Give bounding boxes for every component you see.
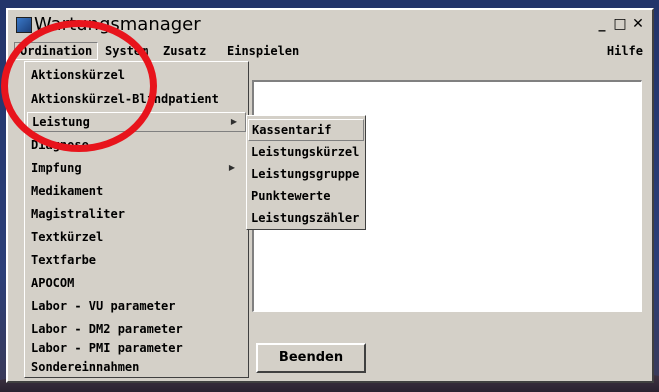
menu-item-textfarbe[interactable]: Textfarbe (31, 250, 243, 270)
menu-item-diagnose[interactable]: Diagnose (31, 135, 243, 155)
menu-system[interactable]: System (100, 42, 153, 60)
menu-item-sondereinnahmen[interactable]: Sondereinnahmen (31, 357, 243, 377)
app-icon (16, 17, 32, 33)
menu-bar: Ordination System Zusatz Einspielen Hilf… (10, 40, 650, 62)
maximize-icon[interactable]: □ (612, 16, 628, 32)
submenu-item-leistungszaehler[interactable]: Leistungszähler (251, 207, 359, 229)
menu-item-medikament[interactable]: Medikament (31, 181, 243, 201)
menu-item-apocom[interactable]: APOCOM (31, 273, 243, 293)
menu-ordination[interactable]: Ordination (14, 42, 99, 60)
ordination-dropdown: Aktionskürzel Aktionskürzel-Blindpatient… (24, 61, 249, 378)
window-title: Wartungsmanager (34, 14, 201, 35)
menu-item-magistraliter[interactable]: Magistraliter (31, 204, 243, 224)
title-bar[interactable]: Wartungsmanager _ □ ✕ (10, 12, 650, 38)
submenu-item-leistungskuerzel[interactable]: Leistungskürzel (251, 141, 359, 163)
leistung-submenu: Kassentarif Leistungskürzel Leistungsgru… (246, 115, 366, 230)
menu-item-impfung[interactable]: Impfung ▶ (31, 158, 243, 178)
menu-item-label: Impfung (31, 161, 82, 175)
submenu-item-punktewerte[interactable]: Punktewerte (251, 185, 330, 207)
menu-hilfe[interactable]: Hilfe (602, 42, 648, 60)
submenu-item-leistungsgruppe[interactable]: Leistungsgruppe (251, 163, 359, 185)
menu-item-leistung[interactable]: Leistung ▶ (27, 112, 246, 132)
menu-item-textkuerzel[interactable]: Textkürzel (31, 227, 243, 247)
chevron-right-icon: ▶ (228, 163, 235, 172)
menu-item-labor-pmi[interactable]: Labor - PMI parameter (31, 338, 243, 358)
menu-item-aktionskuerzel-blindpatient[interactable]: Aktionskürzel-Blindpatient (31, 89, 243, 109)
close-icon[interactable]: ✕ (630, 16, 646, 32)
menu-item-aktionskuerzel[interactable]: Aktionskürzel (31, 65, 243, 85)
menu-einspielen[interactable]: Einspielen (222, 42, 304, 60)
quit-button[interactable]: Beenden (256, 343, 366, 373)
menu-item-label: Leistung (32, 115, 90, 129)
minimize-icon[interactable]: _ (594, 16, 610, 32)
menu-zusatz[interactable]: Zusatz (158, 42, 211, 60)
chevron-right-icon: ▶ (230, 117, 237, 126)
submenu-item-kassentarif[interactable]: Kassentarif (248, 119, 364, 141)
menu-item-labor-dm2[interactable]: Labor - DM2 parameter (31, 319, 243, 339)
menu-item-labor-vu[interactable]: Labor - VU parameter (31, 296, 243, 316)
